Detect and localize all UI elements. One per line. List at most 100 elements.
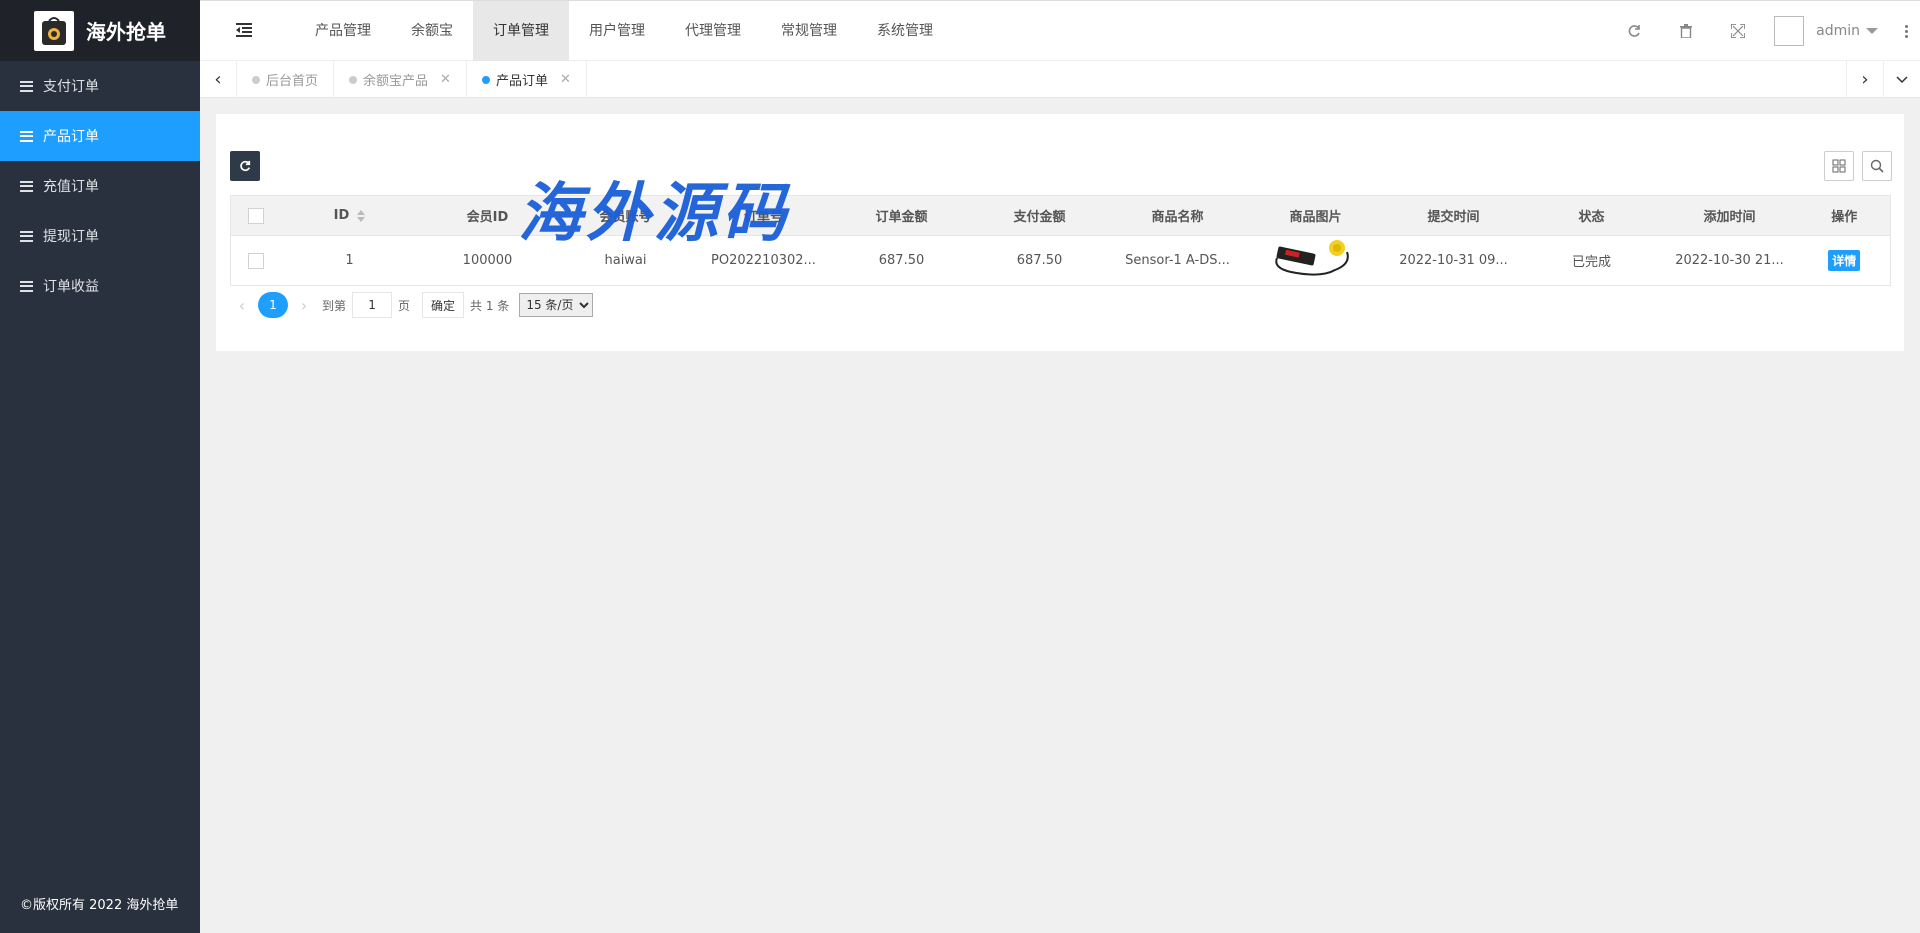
chevron-down-icon: [1866, 28, 1878, 34]
sidebar-item-label: 产品订单: [43, 129, 99, 145]
page-current[interactable]: 1: [258, 292, 288, 318]
fullscreen-icon[interactable]: [1712, 1, 1764, 61]
tab-dot-icon: [252, 75, 260, 84]
chevron-right-icon[interactable]: ›: [1846, 61, 1883, 98]
logo[interactable]: 海外抢单: [0, 0, 200, 61]
tab-product-orders[interactable]: 产品订单 ✕: [467, 61, 587, 98]
user-menu[interactable]: admin: [1816, 23, 1878, 39]
orders-table: ID 会员ID 会员账号 订单号 订单金额 支付金额 商品名称 商品图片 提交时…: [230, 195, 1891, 286]
search-toggle-button[interactable]: [1862, 151, 1892, 181]
page-unit-label: 页: [398, 298, 411, 313]
tab-label: 产品订单: [495, 74, 548, 89]
cell-order-amount: 687.50: [878, 253, 925, 268]
cell-add-time: 2022-10-30 21...: [1675, 253, 1784, 268]
sidebar-item-product-orders[interactable]: 产品订单: [0, 111, 200, 161]
column-header[interactable]: ID: [280, 195, 419, 236]
column-header: 商品名称: [1108, 195, 1247, 236]
top-header: 产品管理 余额宝 订单管理 用户管理 代理管理 常规管理 系统管理 admin: [200, 0, 1920, 61]
logo-icon: [34, 10, 74, 51]
tab-label: 后台首页: [266, 74, 319, 89]
list-icon: [20, 80, 33, 92]
tab-dot-icon: [481, 75, 490, 84]
sort-icon[interactable]: [357, 209, 366, 222]
nav-agent-management[interactable]: 代理管理: [665, 1, 761, 61]
column-header: 状态: [1522, 195, 1661, 236]
sidebar-item-label: 支付订单: [43, 79, 99, 95]
list-icon: [20, 280, 33, 292]
sidebar-item-label: 提现订单: [43, 229, 99, 245]
column-header: 商品图片: [1246, 195, 1385, 236]
close-icon[interactable]: ✕: [560, 72, 571, 87]
columns-toggle-button[interactable]: [1824, 151, 1854, 181]
product-image[interactable]: [1271, 238, 1361, 280]
column-header: 提交时间: [1384, 195, 1523, 236]
tab-list: 后台首页 余额宝产品 ✕ 产品订单 ✕: [237, 61, 587, 98]
column-header: 订单金额: [832, 195, 971, 236]
total-count: 共 1 条: [470, 298, 510, 313]
table-refresh-button[interactable]: [230, 151, 260, 181]
app-title: 海外抢单: [86, 20, 166, 44]
cell-submit-time: 2022-10-31 09...: [1399, 253, 1508, 268]
goto-label: 到第: [322, 298, 347, 313]
column-header: 添加时间: [1660, 195, 1799, 236]
nav-user-management[interactable]: 用户管理: [569, 1, 665, 61]
nav-product-management[interactable]: 产品管理: [295, 1, 391, 61]
sidebar-item-label: 订单收益: [43, 279, 99, 295]
list-icon: [20, 230, 33, 242]
sidebar-item-pay-orders[interactable]: 支付订单: [0, 61, 200, 111]
columns-icon: [1832, 159, 1846, 173]
column-header: 会员ID: [418, 195, 557, 236]
column-header: 会员账号: [556, 195, 695, 236]
cell-member-id: 100000: [462, 253, 513, 268]
table-header-row: ID 会员ID 会员账号 订单号 订单金额 支付金额 商品名称 商品图片 提交时…: [230, 195, 1891, 236]
top-nav: 产品管理 余额宝 订单管理 用户管理 代理管理 常规管理 系统管理: [295, 1, 953, 61]
tab-home[interactable]: 后台首页: [237, 61, 335, 98]
trash-icon[interactable]: [1660, 1, 1712, 61]
cell-product-image: [1247, 236, 1385, 286]
sidebar-item-recharge-orders[interactable]: 充值订单: [0, 161, 200, 211]
sidebar-item-withdraw-orders[interactable]: 提现订单: [0, 211, 200, 261]
avatar[interactable]: [1774, 16, 1805, 46]
column-header: 操作: [1798, 195, 1891, 236]
sidebar-item-order-earnings[interactable]: 订单收益: [0, 261, 200, 311]
select-all-cell: [230, 195, 281, 236]
prev-page-icon[interactable]: ‹: [230, 296, 254, 315]
menu-fold-icon[interactable]: [236, 23, 252, 37]
goto-confirm-button[interactable]: 确定: [422, 292, 465, 318]
next-page-icon[interactable]: ›: [292, 296, 316, 315]
pagination: ‹ 1 › 到第 页 确定 共 1 条 15 条/页: [230, 292, 594, 318]
sidebar-item-label: 充值订单: [43, 179, 99, 195]
tab-bar: ‹ 后台首页 余额宝产品 ✕ 产品订单 ✕ ›: [200, 61, 1920, 98]
column-header: 支付金额: [970, 195, 1109, 236]
search-icon: [1870, 159, 1884, 173]
cell-order-no: PO202210302...: [711, 253, 816, 268]
cell-product-name: Sensor-1 A-DS...: [1125, 253, 1230, 268]
row-checkbox[interactable]: [247, 252, 264, 269]
nav-system-management[interactable]: 系统管理: [857, 1, 953, 61]
select-all-checkbox[interactable]: [247, 207, 264, 224]
nav-yuebao[interactable]: 余额宝: [391, 1, 473, 61]
refresh-icon[interactable]: [1608, 1, 1660, 61]
tab-yuebao-products[interactable]: 余额宝产品 ✕: [334, 61, 467, 98]
nav-order-management[interactable]: 订单管理: [473, 1, 569, 61]
tab-label: 余额宝产品: [363, 74, 429, 89]
goto-page-input[interactable]: [352, 292, 393, 318]
chevron-down-icon[interactable]: [1883, 61, 1920, 98]
nav-general-management[interactable]: 常规管理: [761, 1, 857, 61]
column-header: 订单号: [694, 195, 833, 236]
cell-actions: 详情: [1799, 236, 1891, 286]
header-tools: admin: [1608, 1, 1920, 61]
sidebar: 海外抢单 支付订单 产品订单 充值订单 提现订单 订单收益 ©版权所有 2022…: [0, 0, 200, 933]
list-icon: [20, 130, 33, 142]
chevron-left-icon[interactable]: ‹: [200, 61, 237, 98]
list-icon: [20, 180, 33, 192]
more-icon[interactable]: [1892, 1, 1920, 61]
row-select-cell: [231, 236, 281, 286]
user-name: admin: [1816, 23, 1860, 39]
copyright: ©版权所有 2022 海外抢单: [20, 898, 179, 913]
cell-id: 1: [345, 253, 354, 268]
detail-button[interactable]: 详情: [1828, 250, 1861, 271]
close-icon[interactable]: ✕: [440, 72, 451, 87]
cell-member-account: haiwai: [604, 253, 647, 268]
page-size-select[interactable]: 15 条/页: [519, 293, 594, 317]
